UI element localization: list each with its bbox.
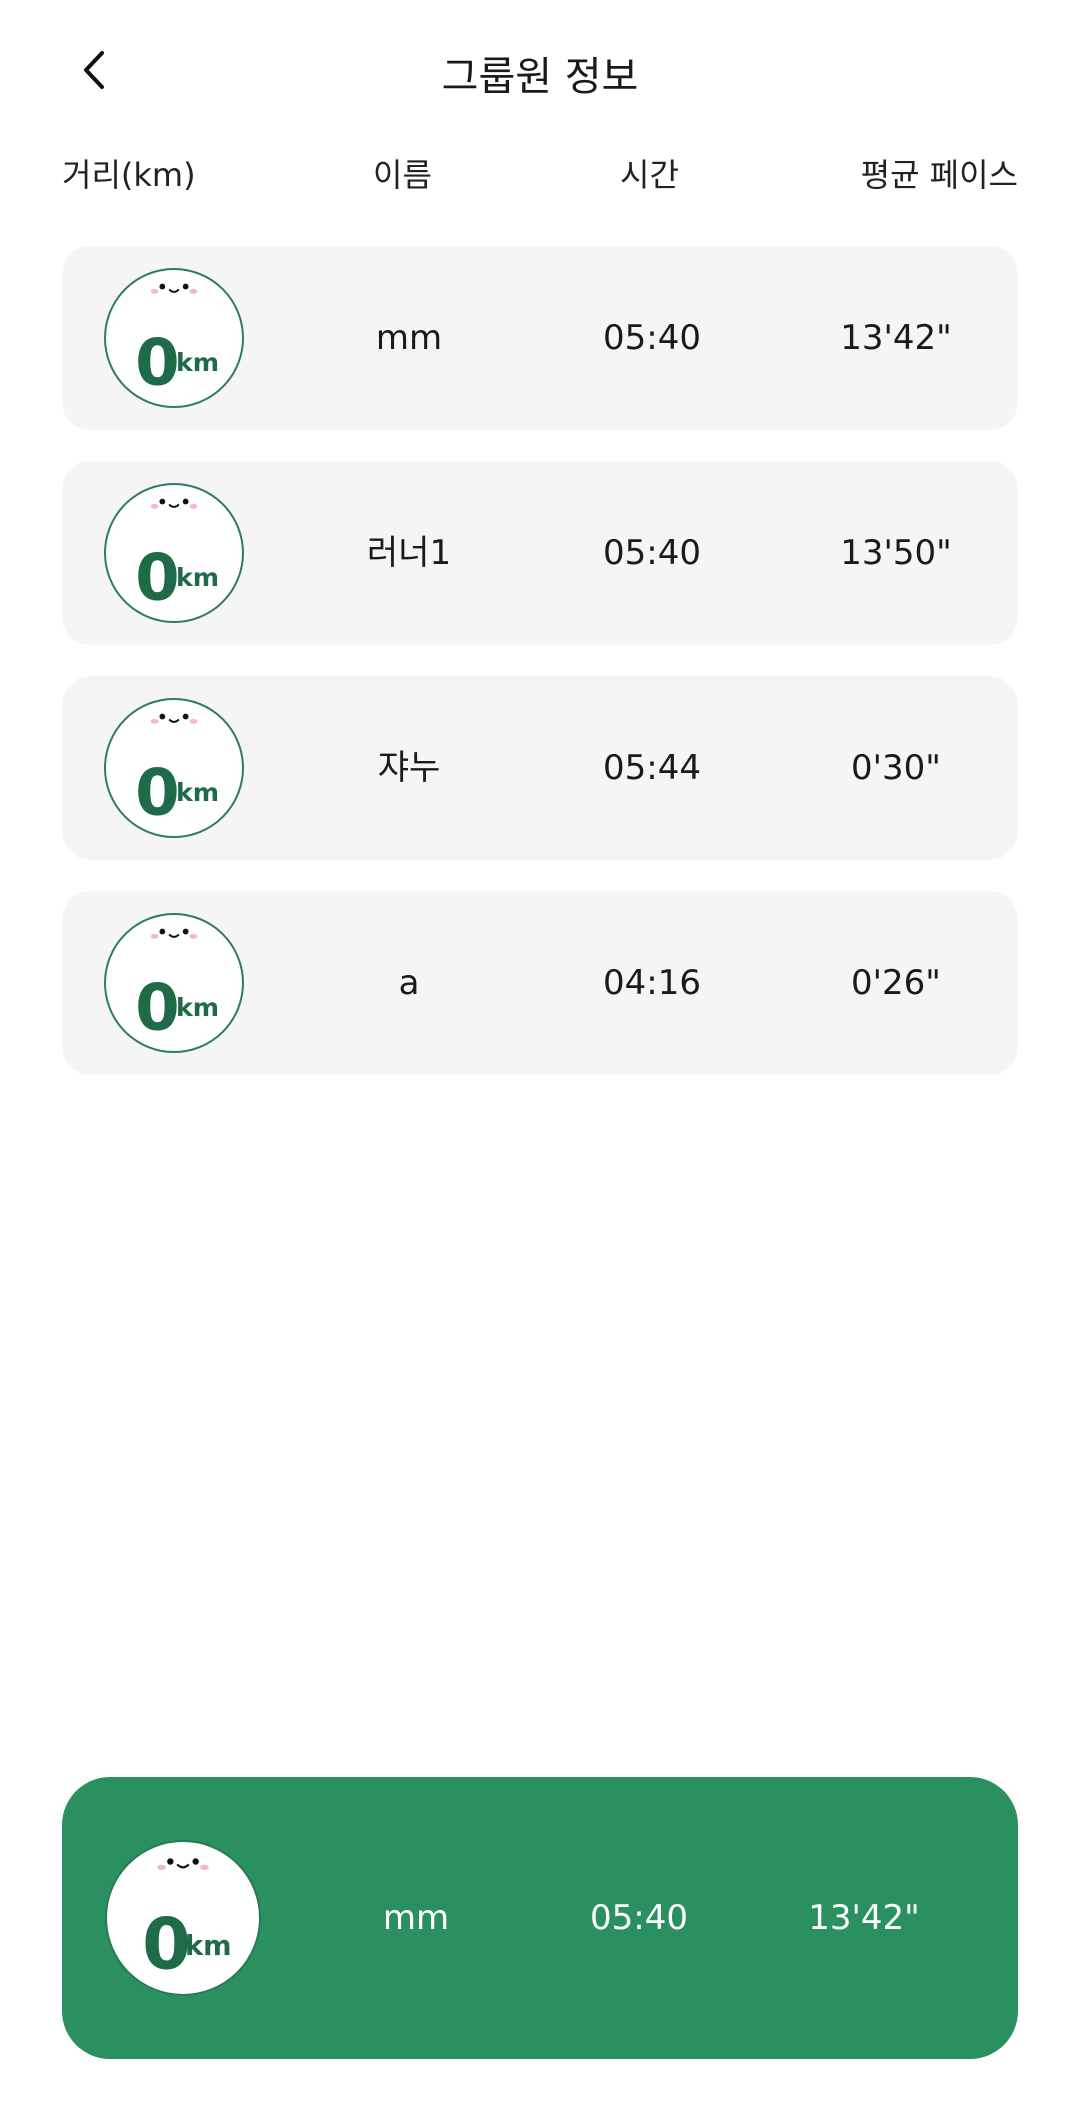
member-pace: 0'26": [851, 963, 941, 1003]
my-distance-badge: 0 km: [105, 1840, 261, 1996]
svg-text:0: 0: [135, 326, 180, 401]
distance-badge-icon: 0 km: [135, 283, 219, 401]
member-name: 쟈누: [377, 748, 441, 788]
member-row[interactable]: 0 km mm 05:40 13'42": [62, 246, 1018, 430]
column-headers: 거리(km) 이름 시간 평균 페이스: [62, 150, 1018, 194]
my-pace: 13'42": [808, 1898, 920, 1938]
my-time: 05:40: [590, 1898, 688, 1938]
column-header-distance: 거리(km): [62, 156, 196, 194]
my-name: mm: [382, 1898, 450, 1938]
column-header-name: 이름: [373, 156, 432, 194]
header: 그룹원 정보: [0, 0, 1080, 150]
member-name: mm: [375, 318, 443, 358]
svg-text:km: km: [176, 563, 219, 592]
svg-text:0: 0: [142, 1904, 191, 1986]
distance-badge-icon: 0 km: [142, 1858, 232, 1986]
member-time: 05:40: [603, 533, 701, 573]
svg-text:0: 0: [135, 971, 180, 1046]
member-list: 0 km mm 05:40 13'42" 0 km 러너1 05:40 13'5…: [62, 246, 1018, 1106]
member-time: 05:44: [603, 748, 701, 788]
svg-text:0: 0: [135, 541, 180, 616]
member-row[interactable]: 0 km a 04:16 0'26": [62, 891, 1018, 1075]
member-row[interactable]: 0 km 러너1 05:40 13'50": [62, 461, 1018, 645]
member-name: 러너1: [366, 533, 452, 573]
svg-text:0: 0: [135, 756, 180, 831]
distance-badge-icon: 0 km: [135, 713, 219, 831]
distance-badge: 0 km: [104, 913, 244, 1053]
member-time: 04:16: [603, 963, 701, 1003]
column-header-time: 시간: [620, 156, 679, 194]
page-title: 그룹원 정보: [441, 54, 639, 100]
member-pace: 0'30": [851, 748, 941, 788]
distance-badge: 0 km: [104, 483, 244, 623]
svg-text:km: km: [185, 1931, 232, 1962]
svg-text:km: km: [176, 348, 219, 377]
column-header-pace: 평균 페이스: [860, 156, 1018, 194]
distance-badge: 0 km: [104, 698, 244, 838]
member-row[interactable]: 0 km 쟈누 05:44 0'30": [62, 676, 1018, 860]
member-pace: 13'42": [840, 318, 952, 358]
distance-badge-icon: 0 km: [135, 928, 219, 1046]
member-time: 05:40: [603, 318, 701, 358]
svg-text:km: km: [176, 778, 219, 807]
svg-text:km: km: [176, 993, 219, 1022]
member-pace: 13'50": [840, 533, 952, 573]
distance-badge: 0 km: [104, 268, 244, 408]
member-name: a: [398, 963, 420, 1003]
my-record-card[interactable]: 0 km mm 05:40 13'42": [62, 1777, 1018, 2059]
distance-badge-icon: 0 km: [135, 498, 219, 616]
